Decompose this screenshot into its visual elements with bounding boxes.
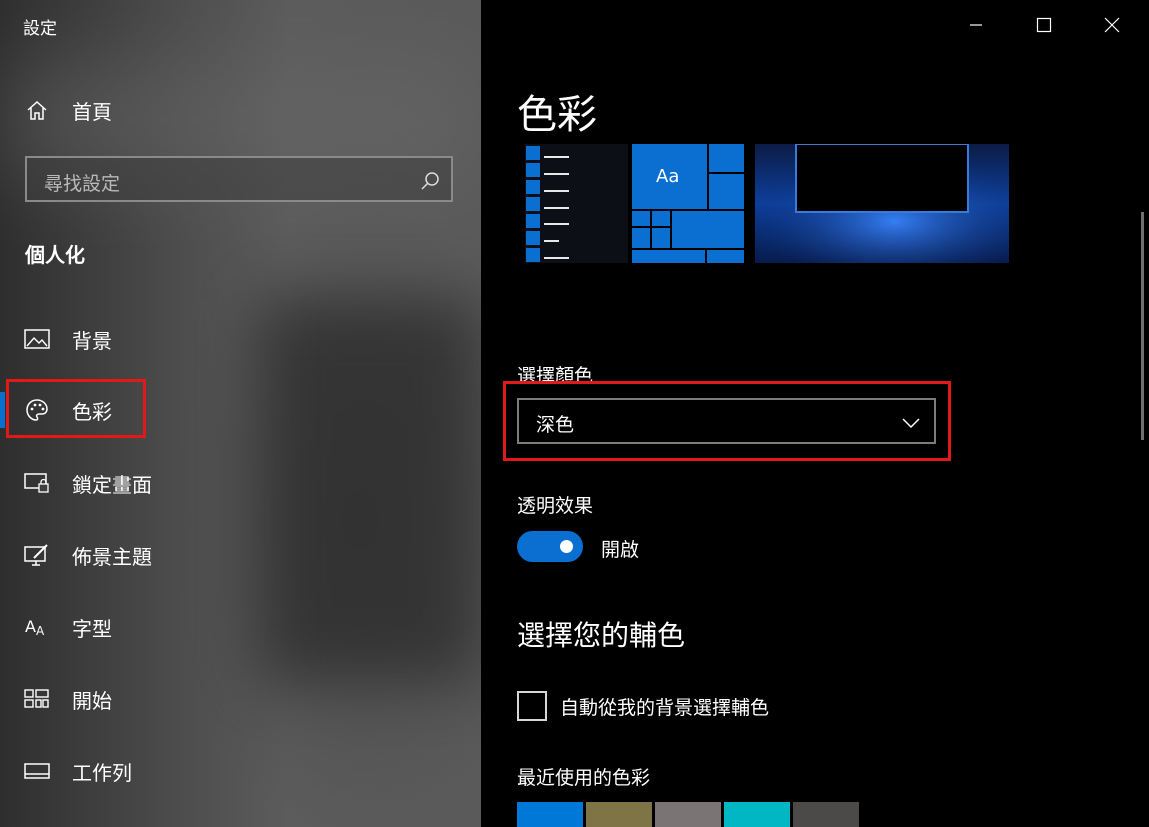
maximize-icon [1036,17,1052,33]
search-input[interactable]: 尋找設定 [25,156,453,202]
toggle-state-label: 開啟 [601,539,640,561]
maximize-button[interactable] [1010,0,1078,50]
color-swatch[interactable] [586,802,652,827]
color-swatch[interactable] [517,802,583,827]
color-swatch[interactable] [793,802,859,827]
color-swatch[interactable] [655,802,721,827]
sidebar-item-fonts[interactable]: AA 字型 [0,603,481,651]
close-button[interactable] [1078,0,1146,50]
close-icon [1104,17,1120,33]
sidebar-item-label: 字型 [72,616,112,641]
picture-icon [24,326,50,352]
themes-icon [24,542,50,568]
search-placeholder: 尋找設定 [44,173,121,195]
sidebar-item-start[interactable]: 開始 [0,675,481,723]
color-preview: Aa [525,143,1009,263]
sidebar-item-label: 鎖定畫面 [72,472,152,497]
toggle-knob [560,540,573,553]
app-title: 設定 [23,19,57,39]
sidebar-item-lock-screen[interactable]: 鎖定畫面 [0,459,481,507]
sidebar-item-label: 工作列 [72,760,132,785]
sidebar-item-label: 開始 [72,688,112,713]
home-nav-item[interactable]: 首頁 [0,86,481,134]
search-icon[interactable] [419,170,441,192]
preview-tile-text: Aa [656,166,679,187]
taskbar-icon [24,758,50,784]
page-title: 色彩 [517,92,597,138]
minimize-button[interactable] [942,0,1010,50]
sidebar-item-taskbar[interactable]: 工作列 [0,747,481,795]
auto-accent-label: 自動從我的背景選擇輔色 [560,697,770,719]
lock-screen-icon [24,470,50,496]
svg-text:A: A [25,617,36,636]
accent-heading: 選擇您的輔色 [517,619,686,652]
start-icon [24,686,50,712]
highlight-colors-item [6,379,146,438]
fonts-icon: AA [24,614,50,640]
auto-accent-checkbox[interactable] [517,691,547,721]
highlight-choose-color [503,381,951,461]
minimize-icon [970,24,982,26]
svg-text:A: A [36,624,45,638]
sidebar-item-label: 背景 [72,328,112,353]
sidebar-item-label: 佈景主題 [72,544,152,569]
home-label: 首頁 [72,99,112,124]
sidebar-item-background[interactable]: 背景 [0,315,481,363]
recent-colors-label: 最近使用的色彩 [517,767,651,789]
transparency-toggle[interactable] [517,531,583,562]
color-swatch[interactable] [724,802,790,827]
home-icon [24,97,50,123]
sidebar-item-themes[interactable]: 佈景主題 [0,531,481,579]
section-title: 個人化 [25,243,85,267]
scrollbar-thumb[interactable] [1141,212,1144,440]
transparency-label: 透明效果 [517,495,594,517]
